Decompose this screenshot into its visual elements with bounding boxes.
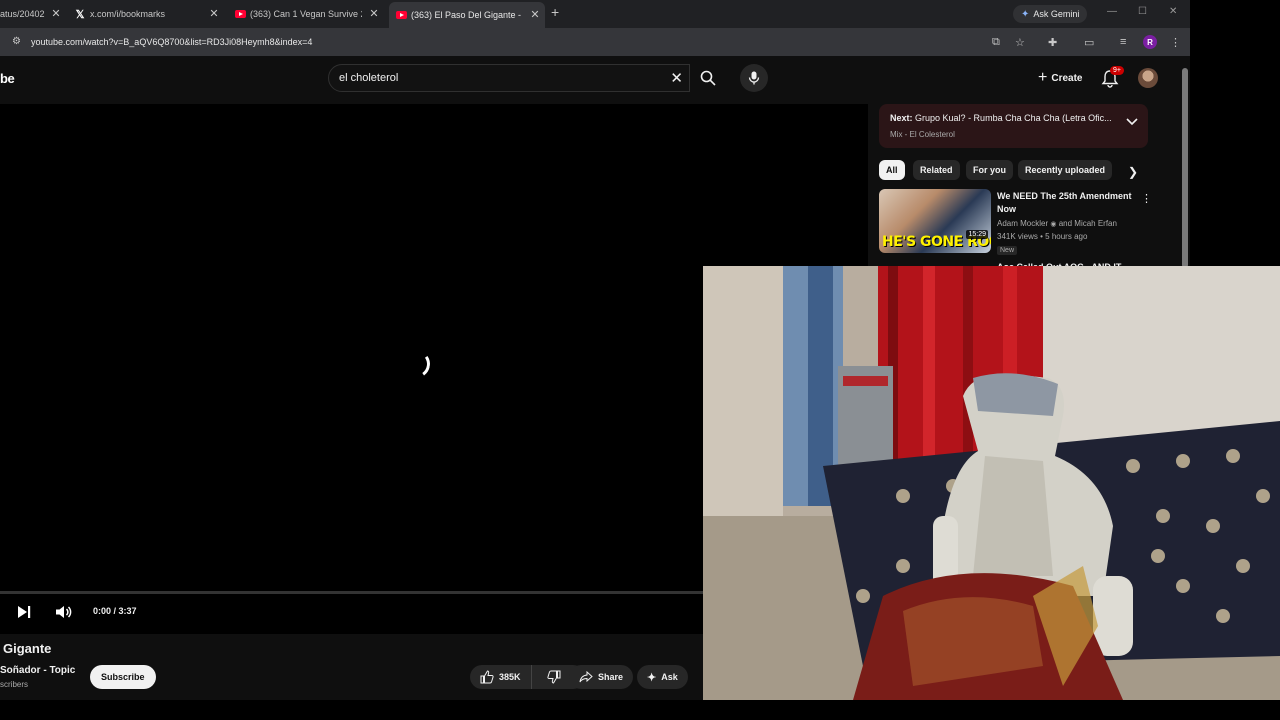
ask-gemini-button[interactable]: ✦ Ask Gemini: [1013, 5, 1088, 23]
channel-name[interactable]: Soñador - Topic: [0, 665, 75, 676]
webcam-room-image: [703, 266, 1280, 700]
microphone-icon: [748, 71, 760, 85]
up-next-card[interactable]: Next: Grupo Kual? - Rumba Cha Cha Cha (L…: [879, 104, 1148, 148]
youtube-logo[interactable]: be: [0, 71, 15, 86]
tab-vegan-video[interactable]: (363) Can 1 Vegan Survive 20 M ✕: [234, 4, 380, 24]
tab-close-icon[interactable]: ✕: [368, 7, 380, 20]
ask-gemini-label: Ask Gemini: [1033, 9, 1080, 19]
tab-el-paso-del-gigante[interactable]: (363) El Paso Del Gigante - You ✕: [389, 2, 545, 28]
search-icon: [700, 70, 716, 86]
minimize-icon[interactable]: —: [1107, 6, 1117, 17]
up-next-prefix: Next:: [890, 113, 913, 123]
create-button[interactable]: + Create: [1028, 66, 1092, 90]
youtube-icon: [234, 8, 246, 20]
more-options-icon[interactable]: ⋮: [1141, 192, 1152, 205]
ask-label: Ask: [661, 672, 678, 682]
share-label: Share: [598, 672, 624, 682]
video-thumbnail[interactable]: HE'S GONE ROGUE 15:29: [879, 189, 991, 253]
chip-for-you[interactable]: For you: [966, 160, 1013, 180]
window-close-icon[interactable]: ✕: [1169, 6, 1177, 17]
like-dislike-group: 385K: [470, 665, 585, 689]
browser-tab-bar: atus/20402 ✕ 𝕏 x.com/i/bookmarks ✕ (363)…: [0, 0, 1190, 28]
chevron-down-icon[interactable]: [1126, 118, 1138, 126]
youtube-header: be el choleterol ✕ + Create 9+: [0, 56, 1190, 104]
chip-all[interactable]: All: [879, 160, 905, 180]
scrollbar-thumb[interactable]: [1182, 68, 1188, 268]
up-next-title: Next: Grupo Kual? - Rumba Cha Cha Cha (L…: [890, 113, 1120, 123]
progress-bar[interactable]: [0, 591, 703, 594]
extensions-icon[interactable]: ✚: [1048, 36, 1057, 49]
up-next-playlist: Mix - El Colesterol: [890, 130, 955, 139]
play-next-icon[interactable]: [17, 605, 31, 619]
account-avatar[interactable]: [1138, 68, 1158, 88]
site-settings-icon[interactable]: ⚙: [12, 36, 24, 48]
tab-title: x.com/i/bookmarks: [90, 9, 166, 19]
subscribe-button[interactable]: Subscribe: [90, 665, 156, 689]
create-label: Create: [1051, 72, 1083, 84]
new-badge: New: [997, 246, 1018, 255]
chip-recently-uploaded[interactable]: Recently uploaded: [1018, 160, 1113, 180]
side-panel-icon[interactable]: ▭: [1084, 36, 1094, 49]
browser-menu-icon[interactable]: ⋮: [1170, 36, 1181, 49]
channel-name-label: Adam Mockler: [997, 219, 1049, 228]
share-button[interactable]: Share: [569, 665, 634, 689]
thumbs-down-icon: [546, 670, 561, 684]
ask-button[interactable]: ✦ Ask: [637, 665, 688, 689]
tab-title: (363) Can 1 Vegan Survive 20 M: [250, 9, 362, 19]
like-count: 385K: [499, 672, 521, 682]
verified-check-icon: ◉: [1050, 221, 1057, 228]
reading-list-icon[interactable]: ≡: [1120, 36, 1126, 48]
x-logo-icon: 𝕏: [75, 8, 85, 21]
recommendation-title[interactable]: We NEED The 25th Amendment Now: [997, 190, 1137, 216]
video-title: Gigante: [3, 641, 52, 656]
share-arrow-icon: [579, 671, 593, 683]
chip-related[interactable]: Related: [913, 160, 960, 180]
recommendation-item[interactable]: HE'S GONE ROGUE 15:29 We NEED The 25th A…: [879, 189, 1152, 259]
plus-icon: +: [1038, 69, 1048, 86]
sparkle-icon: ✦: [647, 671, 657, 684]
tab-status[interactable]: atus/20402 ✕: [0, 4, 62, 24]
search-input[interactable]: el choleterol: [339, 72, 398, 84]
recommendation-channel[interactable]: Adam Mockler ◉ and Micah Erfan: [997, 219, 1117, 228]
tab-bookmarks[interactable]: 𝕏 x.com/i/bookmarks ✕: [74, 4, 220, 24]
webcam-overlay: [703, 266, 1280, 700]
collab-channel-label: and Micah Erfan: [1058, 219, 1117, 228]
maximize-icon[interactable]: ☐: [1138, 6, 1147, 17]
loading-spinner-icon: [399, 347, 433, 381]
profile-avatar[interactable]: R: [1143, 35, 1157, 49]
bottom-black-bar: [0, 700, 1280, 720]
outer-black-area: [1190, 0, 1280, 267]
recommendation-meta: 341K views • 5 hours ago: [997, 232, 1088, 241]
like-button[interactable]: 385K: [470, 665, 532, 689]
new-tab-button[interactable]: +: [551, 4, 559, 20]
time-display: 0:00 / 3:37: [93, 606, 137, 616]
dislike-button[interactable]: [537, 665, 571, 689]
video-duration: 15:29: [966, 230, 988, 239]
subscriber-count: scribers: [0, 680, 29, 689]
tab-title: atus/20402: [0, 9, 45, 19]
search-box[interactable]: el choleterol ✕: [328, 64, 690, 92]
url-field[interactable]: youtube.com/watch?v=B_aQV6Q8700&list=RD3…: [31, 37, 312, 47]
bookmark-star-icon[interactable]: ☆: [1015, 36, 1025, 49]
up-next-video-title: Grupo Kual? - Rumba Cha Cha Cha (Letra O…: [915, 113, 1112, 123]
address-bar: ⚙ youtube.com/watch?v=B_aQV6Q8700&list=R…: [0, 28, 1190, 56]
notification-count-badge: 9+: [1110, 66, 1124, 75]
tab-close-icon[interactable]: ✕: [50, 7, 62, 20]
install-app-icon[interactable]: ⧉: [992, 36, 1000, 49]
volume-icon[interactable]: [55, 605, 73, 619]
chevron-right-icon[interactable]: ❯: [1128, 165, 1138, 179]
tab-close-icon[interactable]: ✕: [529, 8, 541, 21]
gemini-spark-icon: ✦: [1021, 8, 1030, 20]
search-button[interactable]: [690, 64, 726, 92]
youtube-icon: [395, 9, 407, 21]
tab-title: (363) El Paso Del Gigante - You: [411, 10, 523, 20]
thumbs-up-icon: [480, 670, 494, 684]
clear-search-icon[interactable]: ✕: [670, 69, 683, 87]
voice-search-button[interactable]: [740, 64, 768, 92]
tab-close-icon[interactable]: ✕: [208, 7, 220, 20]
